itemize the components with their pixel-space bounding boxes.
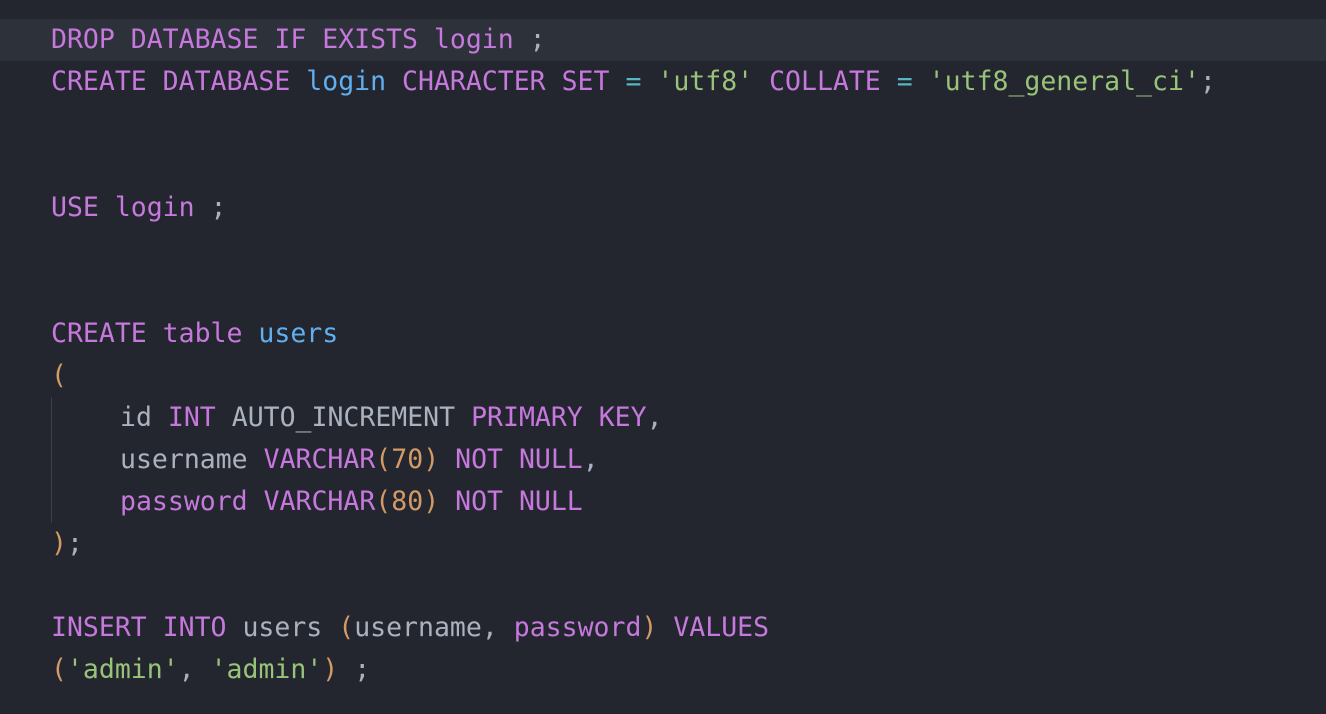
- comma: ,: [582, 444, 599, 475]
- open-paren: (: [51, 360, 67, 391]
- open-paren: (: [51, 654, 67, 685]
- use-keyword: USE login: [51, 192, 195, 223]
- create-database-keyword: CREATE DATABASE: [51, 66, 291, 97]
- column-name: username: [120, 444, 248, 475]
- not-null-keyword: NOT NULL: [455, 444, 583, 475]
- equals-operator: =: [896, 66, 913, 97]
- column-type: VARCHAR: [263, 444, 376, 475]
- value-string: 'admin': [66, 654, 179, 685]
- primary-key-keyword: PRIMARY KEY: [471, 402, 647, 433]
- column-type: INT: [167, 402, 216, 433]
- code-line-use[interactable]: USE login ;: [51, 187, 227, 229]
- drop-database-keyword: DROP DATABASE IF EXISTS login: [51, 24, 514, 55]
- column-name: id: [120, 402, 152, 433]
- not-null-keyword: NOT NULL: [455, 486, 583, 517]
- database-name: login: [306, 66, 387, 97]
- code-line-insert-into[interactable]: INSERT INTO users (username, password) V…: [51, 607, 769, 649]
- code-editor[interactable]: DROP DATABASE IF EXISTS login ; CREATE D…: [0, 0, 1326, 714]
- code-line-password-column[interactable]: password VARCHAR(80) NOT NULL: [51, 481, 583, 523]
- character-set-keyword: CHARACTER SET: [402, 66, 610, 97]
- table-name: users: [258, 318, 339, 349]
- open-paren: (: [338, 612, 355, 643]
- values-keyword: VALUES: [673, 612, 770, 643]
- table-name: users: [242, 612, 323, 643]
- open-paren: (: [375, 486, 392, 517]
- comma: ,: [481, 612, 498, 643]
- close-paren: ): [423, 486, 440, 517]
- comma: ,: [646, 402, 663, 433]
- open-paren: (: [375, 444, 392, 475]
- collate-string: 'utf8_general_ci': [928, 66, 1200, 97]
- equals-operator: =: [625, 66, 642, 97]
- code-line-create-table[interactable]: CREATE table users: [51, 313, 338, 355]
- comma: ,: [178, 654, 195, 685]
- code-line-values[interactable]: ('admin', 'admin') ;: [51, 649, 370, 691]
- column-name: password: [513, 612, 642, 643]
- column-name: username: [354, 612, 482, 643]
- insert-into-keyword: INSERT INTO: [51, 612, 227, 643]
- create-table-keyword: CREATE table: [51, 318, 243, 349]
- auto-increment: AUTO_INCREMENT: [231, 402, 456, 433]
- collate-keyword: COLLATE: [769, 66, 881, 97]
- charset-string: 'utf8': [657, 66, 754, 97]
- column-name: password: [120, 486, 248, 517]
- semicolon: ;: [338, 654, 371, 685]
- semicolon: ;: [194, 192, 227, 223]
- close-paren: ): [51, 528, 67, 559]
- column-size: 70: [391, 444, 424, 475]
- close-paren: ): [423, 444, 440, 475]
- column-type: VARCHAR: [263, 486, 376, 517]
- code-line-id-column[interactable]: id INT AUTO_INCREMENT PRIMARY KEY,: [51, 397, 663, 439]
- semicolon: ;: [513, 24, 546, 55]
- column-size: 80: [391, 486, 424, 517]
- value-string: 'admin': [210, 654, 323, 685]
- code-line-create-database[interactable]: CREATE DATABASE login CHARACTER SET = 'u…: [51, 61, 1216, 103]
- close-paren: ): [641, 612, 658, 643]
- code-line-close-paren[interactable]: );: [51, 523, 83, 565]
- close-paren: ): [322, 654, 339, 685]
- code-line-drop-database[interactable]: DROP DATABASE IF EXISTS login ;: [51, 19, 546, 61]
- code-line-username-column[interactable]: username VARCHAR(70) NOT NULL,: [51, 439, 599, 481]
- semicolon: ;: [1199, 66, 1216, 97]
- semicolon: ;: [66, 528, 83, 559]
- code-line-open-paren[interactable]: (: [51, 355, 67, 397]
